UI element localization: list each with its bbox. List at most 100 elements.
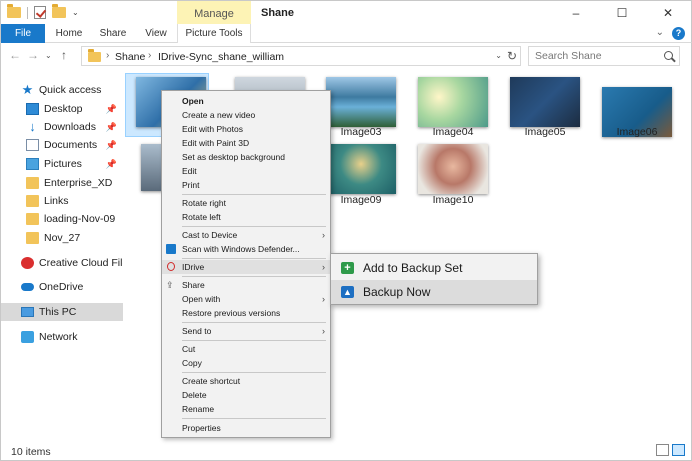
menu-item-delete[interactable]: Delete [162, 388, 330, 402]
close-button[interactable]: ✕ [645, 1, 691, 25]
nav-item-pictures[interactable]: Pictures 📌 [1, 155, 123, 173]
nav-item-loading-nov-09[interactable]: loading-Nov-09 [1, 210, 123, 228]
nav-item-links[interactable]: Links [1, 192, 123, 210]
status-bar: 10 items [0, 439, 692, 461]
breadcrumb-shane[interactable]: Shane [115, 51, 145, 63]
menu-item-rotate-right[interactable]: Rotate right [162, 196, 330, 210]
tab-share[interactable]: Share [93, 24, 133, 43]
nav-item-label: Nov_27 [44, 232, 81, 244]
forward-button[interactable]: → [27, 48, 39, 62]
thumbnail-image07[interactable] [141, 144, 163, 191]
tab-view[interactable]: View [139, 24, 173, 43]
pin-icon: 📌 [105, 139, 117, 150]
tab-home[interactable]: Home [51, 24, 87, 43]
nav-item-onedrive[interactable]: OneDrive [1, 278, 123, 296]
file-name-image04[interactable]: Image04 [413, 126, 493, 138]
menu-item-backup-now[interactable]: ▲ Backup Now [331, 280, 537, 304]
menu-item-properties[interactable]: Properties [162, 421, 330, 435]
quick-access-toolbar: ⌄ [7, 4, 79, 19]
menu-item-share[interactable]: ⇪ Share [162, 278, 330, 292]
menu-item-cut[interactable]: Cut [162, 342, 330, 356]
menu-item-cast-to-device[interactable]: Cast to Device › [162, 228, 330, 242]
window-controls: – ☐ ✕ [553, 1, 691, 25]
toolbar-divider [27, 6, 28, 19]
file-name-image09[interactable]: Image09 [321, 194, 401, 206]
thumbnail-image05[interactable] [510, 77, 580, 127]
tab-picture-tools[interactable]: Picture Tools [177, 24, 251, 43]
help-icon[interactable]: ? [672, 27, 685, 40]
search-input[interactable] [529, 47, 653, 65]
nav-item-downloads[interactable]: ↓ Downloads 📌 [1, 118, 123, 136]
menu-item-create-shortcut[interactable]: Create shortcut [162, 374, 330, 388]
nav-item-label: loading-Nov-09 [44, 213, 116, 225]
address-bar[interactable]: › Shane › IDrive-Sync_shane_william ⌄ ↻ [81, 46, 521, 66]
nav-item-quick-access[interactable]: ★ Quick access [1, 81, 123, 99]
folder-icon [26, 177, 39, 189]
nav-item-nov-27[interactable]: Nov_27 [1, 229, 123, 247]
menu-item-edit[interactable]: Edit [162, 164, 330, 178]
customize-toolbar-dropdown[interactable]: ⌄ [72, 8, 79, 17]
breadcrumb-current-folder[interactable]: IDrive-Sync_shane_william [158, 51, 284, 63]
menu-item-set-background[interactable]: Set as desktop background [162, 150, 330, 164]
nav-item-label: Creative Cloud Files [39, 257, 134, 269]
menu-item-add-to-backup-set[interactable]: + Add to Backup Set [331, 256, 537, 280]
refresh-button[interactable]: ↻ [507, 49, 517, 63]
new-folder-icon[interactable] [52, 4, 66, 18]
menu-item-open-with[interactable]: Open with › [162, 292, 330, 306]
search-box [528, 46, 680, 66]
nav-item-label: This PC [39, 306, 77, 318]
large-icons-view-icon[interactable] [672, 444, 685, 456]
menu-item-label: IDrive [182, 262, 205, 272]
menu-divider [182, 322, 326, 323]
menu-item-open[interactable]: Open [162, 94, 330, 108]
nav-item-label: Documents [44, 139, 98, 151]
nav-item-this-pc[interactable]: This PC [1, 303, 123, 321]
thumbnail-image10[interactable] [418, 144, 488, 194]
thumbnail-image03[interactable] [326, 77, 396, 127]
expand-ribbon-button[interactable]: ⌄ [656, 27, 664, 40]
minimize-button[interactable]: – [553, 1, 599, 25]
back-button[interactable]: ← [9, 48, 21, 62]
menu-divider [182, 340, 326, 341]
menu-item-rename[interactable]: Rename [162, 402, 330, 416]
menu-item-restore-versions[interactable]: Restore previous versions [162, 306, 330, 320]
details-view-icon[interactable] [656, 444, 669, 456]
file-name-image03[interactable]: Image03 [321, 126, 401, 138]
window-title: Shane [261, 7, 295, 19]
menu-item-rotate-left[interactable]: Rotate left [162, 210, 330, 224]
menu-item-scan-defender[interactable]: Scan with Windows Defender... [162, 242, 330, 256]
tab-file[interactable]: File [1, 24, 45, 43]
file-name-image05[interactable]: Image05 [505, 126, 585, 138]
file-name-image10[interactable]: Image10 [413, 194, 493, 206]
nav-item-network[interactable]: Network [1, 328, 123, 346]
tab-manage[interactable]: Manage [177, 1, 251, 25]
menu-item-label: Share [182, 280, 205, 290]
nav-item-creative-cloud[interactable]: Creative Cloud Files [1, 254, 134, 272]
nav-item-desktop[interactable]: Desktop 📌 [1, 100, 123, 118]
properties-icon[interactable] [34, 6, 46, 19]
menu-item-edit-paint3d[interactable]: Edit with Paint 3D [162, 136, 330, 150]
menu-item-print[interactable]: Print [162, 178, 330, 192]
up-button[interactable]: ↑ [61, 48, 67, 62]
menu-item-send-to[interactable]: Send to › [162, 324, 330, 338]
folder-icon[interactable] [7, 4, 21, 18]
menu-item-idrive[interactable]: IDrive › [162, 260, 330, 274]
file-name-image06[interactable]: Image06 [597, 126, 677, 138]
maximize-button[interactable]: ☐ [599, 1, 645, 25]
item-count: 10 items [11, 446, 51, 458]
idrive-submenu: + Add to Backup Set ▲ Backup Now [330, 253, 538, 305]
menu-item-edit-photos[interactable]: Edit with Photos [162, 122, 330, 136]
breadcrumb-separator[interactable]: › [106, 50, 109, 61]
menu-item-create-video[interactable]: Create a new video [162, 108, 330, 122]
nav-item-enterprise-xd[interactable]: Enterprise_XD [1, 174, 123, 192]
search-icon[interactable] [664, 51, 673, 60]
thumbnail-image04[interactable] [418, 77, 488, 127]
breadcrumb-separator[interactable]: › [148, 50, 151, 61]
desktop-icon [26, 103, 39, 115]
address-history-dropdown[interactable]: ⌄ [495, 51, 502, 60]
menu-item-label: Scan with Windows Defender... [182, 244, 300, 254]
recent-locations-dropdown[interactable]: ⌄ [45, 51, 52, 60]
nav-item-documents[interactable]: Documents 📌 [1, 136, 123, 154]
menu-item-copy[interactable]: Copy [162, 356, 330, 370]
thumbnail-image09[interactable] [326, 144, 396, 194]
